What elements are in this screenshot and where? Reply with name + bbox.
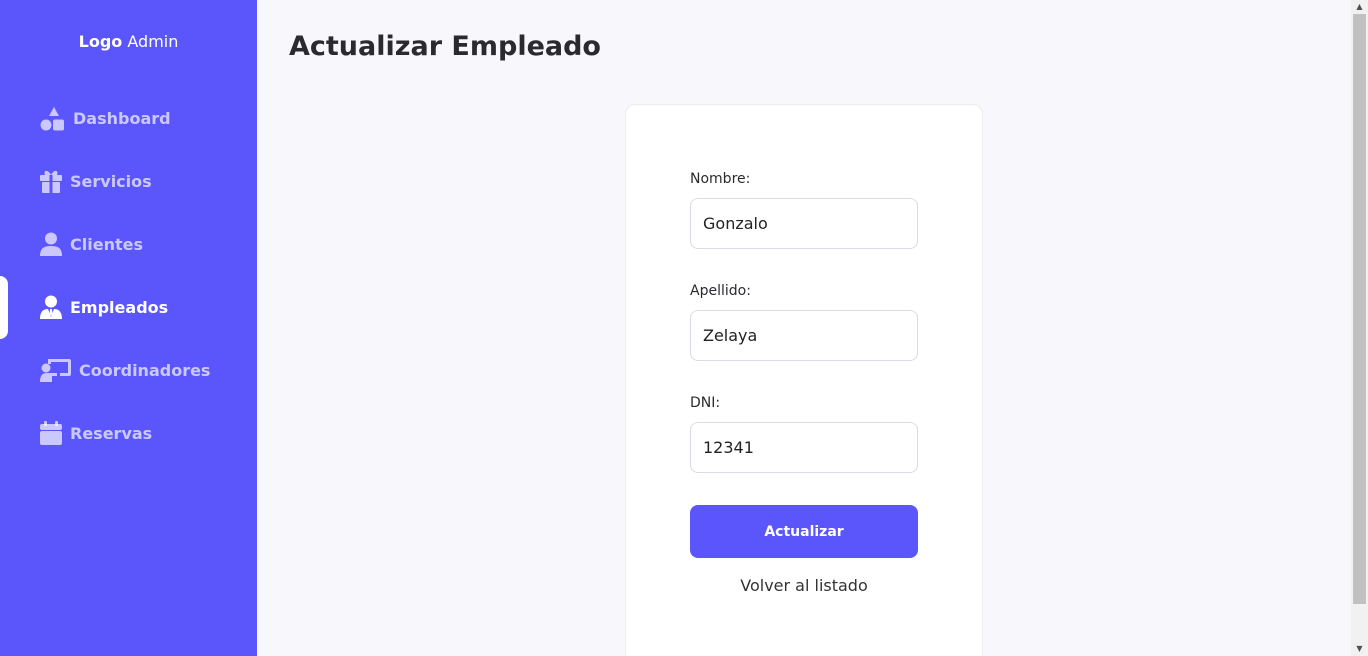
employee-form-card: Nombre: Apellido: DNI: Actualizar Volver… [625, 104, 983, 656]
sidebar-item-label: Coordinadores [79, 360, 211, 380]
sidebar-item-clientes[interactable]: Clientes [40, 224, 143, 264]
sidebar-item-servicios[interactable]: Servicios [40, 161, 152, 201]
sidebar-item-empleados[interactable]: Empleados [40, 287, 168, 327]
sidebar-item-coordinadores[interactable]: Coordinadores [40, 350, 210, 390]
page-scrollbar[interactable]: ▲ ▼ [1351, 0, 1368, 656]
sidebar-item-label: Empleados [70, 297, 169, 317]
actualizar-button[interactable]: Actualizar [690, 505, 918, 558]
sidebar-item-label: Clientes [70, 234, 143, 254]
page-title: Actualizar Empleado [289, 31, 601, 62]
shapes-icon [40, 106, 64, 130]
dni-label: DNI: [690, 395, 721, 411]
sidebar-item-dashboard[interactable]: Dashboard [40, 98, 171, 138]
sidebar-item-label: Dashboard [73, 108, 171, 128]
nombre-label: Nombre: [690, 171, 751, 187]
scroll-down-icon[interactable]: ▼ [1351, 642, 1368, 656]
chalkboard-user-icon [40, 358, 71, 382]
active-indicator [0, 276, 8, 339]
sidebar-item-label: Servicios [70, 171, 152, 191]
nombre-input[interactable] [690, 198, 918, 249]
sidebar-item-reservas[interactable]: Reservas [40, 413, 152, 453]
sidebar-item-label: Reservas [70, 423, 153, 443]
gift-icon [40, 170, 62, 193]
calendar-icon [40, 420, 62, 445]
user-icon [40, 232, 62, 256]
apellido-input[interactable] [690, 310, 918, 361]
apellido-label: Apellido: [690, 283, 751, 299]
scroll-up-icon[interactable]: ▲ [1351, 0, 1368, 14]
dni-input[interactable] [690, 422, 918, 473]
scroll-thumb[interactable] [1353, 14, 1366, 604]
user-tie-icon [40, 295, 62, 319]
logo[interactable]: Logo Admin [0, 32, 257, 51]
back-to-list-link[interactable]: Volver al listado [690, 576, 918, 595]
sidebar: Logo Admin Dashboard Servicios Clientes [0, 0, 257, 656]
